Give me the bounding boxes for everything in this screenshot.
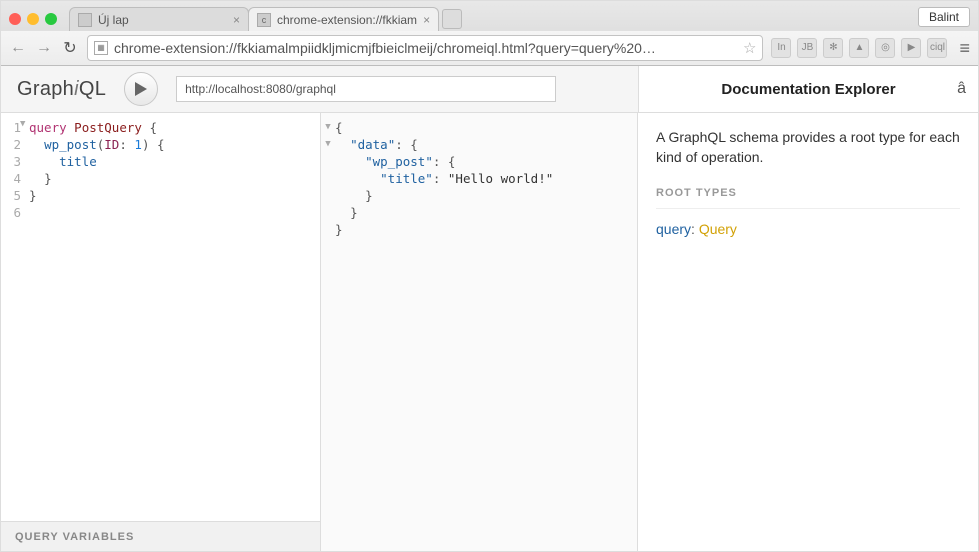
browser-tab[interactable]: Új lap × <box>69 7 249 31</box>
browser-menu-icon[interactable]: ≡ <box>959 38 970 59</box>
query-editor[interactable]: 1 2 3 4 5 6 ▼ query PostQuery { wp_post(… <box>1 113 320 521</box>
extension-icon[interactable]: ✻ <box>823 38 843 58</box>
new-tab-button[interactable] <box>442 9 462 29</box>
bookmark-star-icon[interactable]: ☆ <box>743 39 756 57</box>
extension-icon[interactable]: JB <box>797 38 817 58</box>
doc-explorer-header: Documentation Explorer â <box>638 66 978 112</box>
doc-explorer-body: A GraphQL schema provides a root type fo… <box>638 113 978 253</box>
extension-icon[interactable]: ▶ <box>901 38 921 58</box>
address-bar[interactable]: ▦ chrome-extension://fkkiamalmpiidkljmic… <box>87 35 763 61</box>
back-button[interactable]: ← <box>9 39 27 57</box>
nav-bar: ← → ↻ ▦ chrome-extension://fkkiamalmpiid… <box>1 31 978 65</box>
minimize-window-button[interactable] <box>27 13 39 25</box>
line-gutter: 1 2 3 4 5 6 <box>1 119 29 521</box>
reload-button[interactable]: ↻ <box>61 38 79 58</box>
root-field-type[interactable]: Query <box>699 221 737 237</box>
tab-title: chrome-extension://fkkiam <box>277 13 417 27</box>
execute-button[interactable] <box>124 72 158 106</box>
doc-explorer-close-icon[interactable]: â <box>957 80 966 98</box>
graphiql-toolbar: GraphiQL <box>1 66 638 112</box>
code-lines: ▼ query PostQuery { wp_post(ID: 1) { tit… <box>29 119 320 521</box>
graphiql-panes: 1 2 3 4 5 6 ▼ query PostQuery { wp_post(… <box>1 113 978 551</box>
fold-marker-icon[interactable]: ▼ <box>321 119 335 136</box>
query-variables-bar[interactable]: QUERY VARIABLES <box>1 521 320 551</box>
result-fold-gutter: ▼ ▼ <box>321 119 335 551</box>
url-text: chrome-extension://fkkiamalmpiidkljmicmj… <box>114 40 737 56</box>
tab-favicon: c <box>257 13 271 27</box>
extension-icon[interactable]: ▲ <box>849 38 869 58</box>
page-icon: ▦ <box>94 41 108 55</box>
root-type-entry[interactable]: query: Query <box>656 219 960 239</box>
result-pane: ▼ ▼ { "data": { "wp_post": { "title": "H… <box>321 113 638 551</box>
doc-intro-text: A GraphQL schema provides a root type fo… <box>656 127 960 168</box>
forward-button[interactable]: → <box>35 39 53 57</box>
extension-icons: In JB ✻ ▲ ◎ ▶ ciql <box>771 38 947 58</box>
logo-text: Graph <box>17 78 74 100</box>
tab-close-icon[interactable]: × <box>423 13 430 27</box>
tab-strip: Új lap × c chrome-extension://fkkiam × B… <box>1 1 978 31</box>
fullscreen-window-button[interactable] <box>45 13 57 25</box>
profile-button[interactable]: Balint <box>918 7 970 27</box>
window-controls <box>9 13 57 25</box>
extension-icon[interactable]: ◎ <box>875 38 895 58</box>
browser-chrome: Új lap × c chrome-extension://fkkiam × B… <box>1 1 978 66</box>
fold-marker-icon[interactable]: ▼ <box>321 136 335 153</box>
tab-favicon <box>78 13 92 27</box>
logo-text: QL <box>79 78 106 100</box>
browser-tab[interactable]: c chrome-extension://fkkiam × <box>248 7 439 31</box>
extension-icon[interactable]: ciql <box>927 38 947 58</box>
endpoint-input[interactable] <box>176 76 556 102</box>
doc-explorer-title: Documentation Explorer <box>721 81 895 98</box>
graphiql-logo: GraphiQL <box>17 78 106 101</box>
tab-close-icon[interactable]: × <box>233 13 240 27</box>
graphiql-app: GraphiQL Documentation Explorer â 1 2 3 … <box>1 66 978 551</box>
root-field-name: query <box>656 221 691 237</box>
play-icon <box>135 82 147 96</box>
root-types-label: ROOT TYPES <box>656 186 960 209</box>
fold-marker-icon[interactable]: ▼ <box>20 119 25 129</box>
tab-title: Új lap <box>98 13 129 27</box>
doc-explorer-pane: A GraphQL schema provides a root type fo… <box>638 113 978 551</box>
query-editor-pane: 1 2 3 4 5 6 ▼ query PostQuery { wp_post(… <box>1 113 321 551</box>
graphiql-top-bar: GraphiQL Documentation Explorer â <box>1 66 978 113</box>
result-json[interactable]: { "data": { "wp_post": { "title": "Hello… <box>335 119 553 551</box>
close-window-button[interactable] <box>9 13 21 25</box>
extension-icon[interactable]: In <box>771 38 791 58</box>
